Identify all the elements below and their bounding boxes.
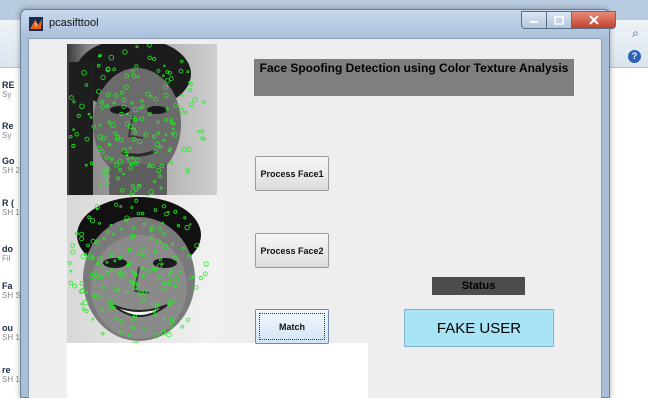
face1-image	[67, 44, 217, 195]
close-button[interactable]	[572, 11, 616, 29]
page-title-text: Face Spoofing Detection using Color Text…	[259, 61, 569, 75]
background-right-panel	[604, 68, 648, 398]
window-titlebar[interactable]: pcasifttool	[21, 10, 616, 38]
status-result: FAKE USER	[404, 309, 554, 347]
maximize-icon	[554, 15, 564, 25]
maximize-button[interactable]	[547, 11, 572, 29]
minimize-icon	[530, 21, 538, 23]
face2-image	[67, 195, 217, 344]
output-axes	[67, 343, 368, 398]
search-icon[interactable]: ⌕	[632, 26, 639, 41]
figure-client-area: Face Spoofing Detection using Color Text…	[28, 38, 602, 398]
matlab-icon	[29, 17, 43, 31]
window-title: pcasifttool	[49, 17, 99, 29]
process-face1-button[interactable]: Process Face1	[255, 156, 329, 191]
minimize-button[interactable]	[521, 11, 547, 29]
status-label: Status	[432, 277, 525, 295]
close-icon	[588, 15, 599, 25]
help-icon[interactable]: ?	[628, 50, 641, 63]
window-controls	[521, 11, 616, 29]
page-title: Face Spoofing Detection using Color Text…	[254, 59, 574, 96]
pcasifttool-window: pcasifttool Face Spoofing Detection usin…	[20, 9, 616, 398]
process-face2-button[interactable]: Process Face2	[255, 233, 329, 268]
match-button[interactable]: Match	[255, 309, 329, 344]
